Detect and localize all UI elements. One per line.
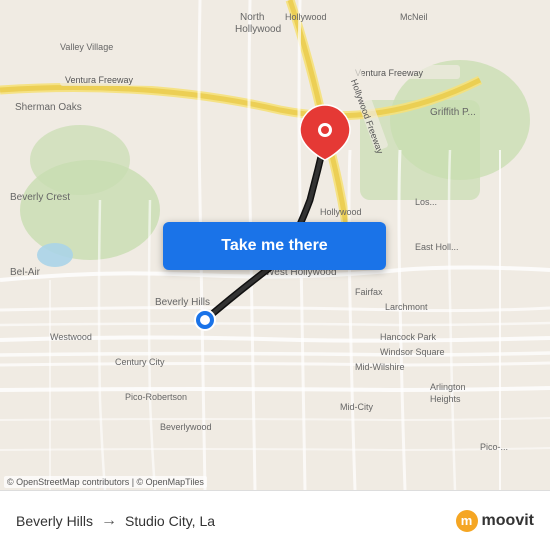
svg-text:Windsor Square: Windsor Square xyxy=(380,347,445,357)
svg-text:Hollywood: Hollywood xyxy=(320,207,362,217)
svg-text:Mid-City: Mid-City xyxy=(340,402,373,412)
svg-text:Griffith P...: Griffith P... xyxy=(430,107,476,118)
svg-text:Pico-...: Pico-... xyxy=(480,442,508,452)
take-me-there-button[interactable]: Take me there xyxy=(163,222,386,270)
svg-text:Hollywood: Hollywood xyxy=(285,12,327,22)
svg-text:Mid-Wilshire: Mid-Wilshire xyxy=(355,362,405,372)
svg-text:North: North xyxy=(240,12,264,23)
svg-text:Bel-Air: Bel-Air xyxy=(10,267,41,278)
route-arrow-icon: → xyxy=(101,512,117,530)
svg-text:Westwood: Westwood xyxy=(50,332,92,342)
destination-label: Studio City, La xyxy=(125,513,215,529)
svg-text:Fairfax: Fairfax xyxy=(355,287,383,297)
map-attribution: © OpenStreetMap contributors | © OpenMap… xyxy=(4,476,207,488)
moovit-text: moovit xyxy=(482,512,534,530)
svg-text:Heights: Heights xyxy=(430,394,461,404)
svg-text:Ventura Freeway: Ventura Freeway xyxy=(355,68,424,78)
svg-text:McNeil: McNeil xyxy=(400,12,428,22)
route-info: Beverly Hills → Studio City, La xyxy=(16,512,215,530)
svg-text:Hancock Park: Hancock Park xyxy=(380,332,437,342)
svg-text:Century City: Century City xyxy=(115,357,165,367)
svg-text:Hollywood: Hollywood xyxy=(235,24,281,35)
svg-text:Pico-Robertson: Pico-Robertson xyxy=(125,392,187,402)
map-container: Ventura Freeway Ventura Freeway Hollywoo… xyxy=(0,0,550,490)
svg-text:East Holl...: East Holl... xyxy=(415,242,459,252)
svg-text:Valley Village: Valley Village xyxy=(60,42,113,52)
svg-text:Beverlywood: Beverlywood xyxy=(160,422,212,432)
svg-text:Beverly Crest: Beverly Crest xyxy=(10,192,70,203)
footer-bar: Beverly Hills → Studio City, La m moovit xyxy=(0,490,550,550)
svg-text:Beverly Hills: Beverly Hills xyxy=(155,297,210,308)
moovit-icon: m xyxy=(456,510,478,532)
svg-text:Larchmont: Larchmont xyxy=(385,302,428,312)
moovit-logo: m moovit xyxy=(456,510,534,532)
svg-text:Ventura Freeway: Ventura Freeway xyxy=(65,75,134,85)
svg-text:Los...: Los... xyxy=(415,197,437,207)
svg-text:Arlington: Arlington xyxy=(430,382,466,392)
origin-label: Beverly Hills xyxy=(16,513,93,529)
svg-text:Sherman Oaks: Sherman Oaks xyxy=(15,102,82,113)
